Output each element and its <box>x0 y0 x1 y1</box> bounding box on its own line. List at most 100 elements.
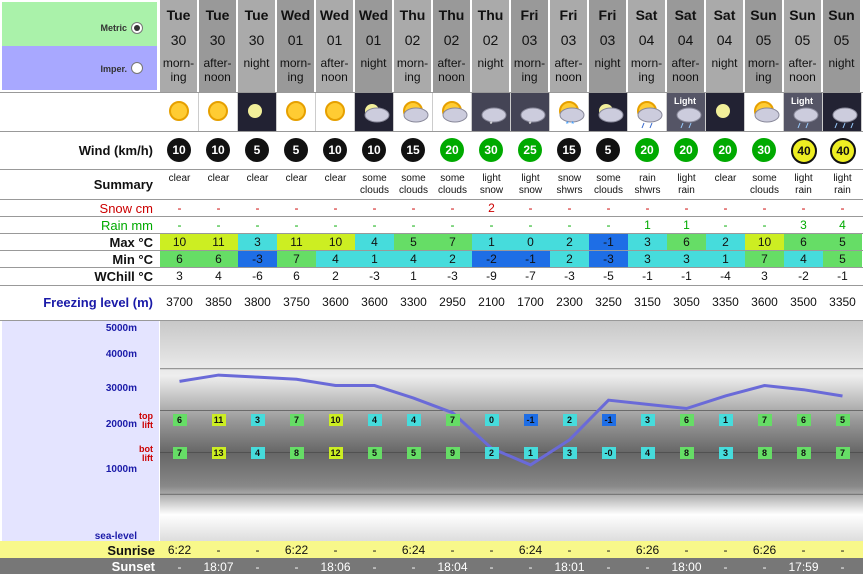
imperial-option[interactable]: Imper. <box>2 46 157 90</box>
summary-cell: light snow <box>479 173 504 196</box>
top-lift-temp: 7 <box>445 414 460 426</box>
freezing-level-cell: 3050 <box>673 295 700 309</box>
wind-arrow-icon: 5 <box>284 138 308 162</box>
freezing-row-label: Freezing level (m) <box>43 295 153 310</box>
snow-cell: - <box>840 201 845 215</box>
header-period: night <box>477 56 504 70</box>
wind-arrow-icon: 20 <box>674 138 698 162</box>
max-temp-cell: 0 <box>511 234 550 250</box>
column-header[interactable]: Sat 04 morn- ing <box>628 0 667 92</box>
header-period: morn- ing <box>162 56 195 84</box>
snow-cell: - <box>762 201 767 215</box>
column-header[interactable]: Thu 02 night <box>472 0 511 92</box>
column-header[interactable]: Fri 03 after- noon <box>550 0 589 92</box>
top-lift-temp: 10 <box>328 414 343 426</box>
header-period: morn- ing <box>630 56 663 84</box>
metric-option[interactable]: Metric <box>2 2 157 46</box>
sunrise-cell: - <box>489 543 494 557</box>
top-lift-temp: 6 <box>796 414 811 426</box>
max-temp-cell: -1 <box>589 234 628 250</box>
rain-cell: - <box>333 218 338 232</box>
header-date: 04 <box>716 32 733 48</box>
header-period: after- noon <box>437 56 466 84</box>
column-header[interactable]: Wed 01 after- noon <box>316 0 355 92</box>
column-header[interactable]: Fri 03 night <box>589 0 628 92</box>
column-header[interactable]: Wed 01 night <box>355 0 394 92</box>
freezing-level-cell: 3350 <box>829 295 856 309</box>
wchill-cell: -5 <box>603 269 614 283</box>
sunset-cell: - <box>840 560 845 574</box>
header-day: Sat <box>713 7 736 23</box>
freezing-level-svg <box>160 368 863 495</box>
summary-cell: clear <box>324 173 347 184</box>
sunrise-cell: - <box>567 543 572 557</box>
min-temp-cell: -2 <box>472 251 511 267</box>
metric-radio[interactable] <box>131 22 143 34</box>
column-header[interactable]: Tue 30 night <box>238 0 277 92</box>
sunset-cell: - <box>489 560 494 574</box>
rain-cell: - <box>762 218 767 232</box>
summary-cell: light snow <box>518 173 543 196</box>
column-header[interactable]: Fri 03 morn- ing <box>511 0 550 92</box>
moon-icon <box>238 93 277 131</box>
header-period: night <box>243 56 270 70</box>
max-temp-cell: 5 <box>823 234 862 250</box>
alt-3000: 3000m <box>105 383 137 394</box>
header-period: night <box>711 56 738 70</box>
header-date: 01 <box>287 32 304 48</box>
sunset-cell: - <box>177 560 182 574</box>
min-temp-cell: 5 <box>823 251 862 267</box>
max-temp-cell: 6 <box>667 234 706 250</box>
bot-lift-label: bot lift <box>139 444 153 463</box>
max-temp-cell: 2 <box>550 234 589 250</box>
freezing-level-cell: 1700 <box>517 295 544 309</box>
rain-cloud-icon <box>628 93 667 131</box>
bottom-lift-temp: 5 <box>406 447 421 459</box>
column-header[interactable]: Tue 30 morn- ing <box>160 0 199 92</box>
wchill-cell: -3 <box>447 269 458 283</box>
sunset-cell: 18:07 <box>203 560 234 574</box>
snow-cell: - <box>177 201 182 215</box>
top-lift-temp: 0 <box>484 414 499 426</box>
wchill-cell: 3 <box>761 269 768 283</box>
max-temp-cell: 2 <box>706 234 745 250</box>
summary-row-label: Summary <box>93 177 153 192</box>
rain-cell: - <box>177 218 182 232</box>
top-lift-temp: -1 <box>601 414 616 426</box>
wind-arrow-icon: 20 <box>635 138 659 162</box>
summary-cell: some clouds <box>594 173 623 196</box>
rain-cell: - <box>567 218 572 232</box>
header-date: 02 <box>443 32 460 48</box>
column-header[interactable]: Sun 05 after- noon <box>784 0 823 92</box>
column-header[interactable]: Tue 30 after- noon <box>199 0 238 92</box>
column-header[interactable]: Wed 01 morn- ing <box>277 0 316 92</box>
wchill-cell: -1 <box>837 269 848 283</box>
bottom-lift-temp: 7 <box>835 447 850 459</box>
max-temp-cell: 3 <box>628 234 667 250</box>
rain-cell: - <box>372 218 377 232</box>
column-header[interactable]: Thu 02 morn- ing <box>394 0 433 92</box>
header-day: Fri <box>559 7 578 23</box>
column-header[interactable]: Sat 04 after- noon <box>667 0 706 92</box>
header-day: Tue <box>244 7 269 23</box>
column-header[interactable]: Sun 05 night <box>823 0 862 92</box>
rain-cell: - <box>294 218 299 232</box>
top-lift-temp: 6 <box>172 414 187 426</box>
column-header[interactable]: Sun 05 morn- ing <box>745 0 784 92</box>
bottom-lift-temp: 8 <box>796 447 811 459</box>
rain-cell: 3 <box>800 218 807 232</box>
sunset-cell: - <box>762 560 767 574</box>
column-header[interactable]: Sat 04 night <box>706 0 745 92</box>
min-temp-cell: 2 <box>433 251 472 267</box>
header-period: after- noon <box>320 56 349 84</box>
top-lift-temp: 1 <box>718 414 733 426</box>
min-row-label: Min °C <box>112 252 153 267</box>
imperial-radio[interactable] <box>131 62 143 74</box>
min-temp-cell: 7 <box>745 251 784 267</box>
column-header[interactable]: Thu 02 after- noon <box>433 0 472 92</box>
sunrise-cell: - <box>840 543 845 557</box>
header-day: Wed <box>358 7 389 23</box>
rain-cell: - <box>255 218 260 232</box>
rain-cell: 1 <box>683 218 690 232</box>
snow-cloud-icon: * <box>472 93 511 131</box>
